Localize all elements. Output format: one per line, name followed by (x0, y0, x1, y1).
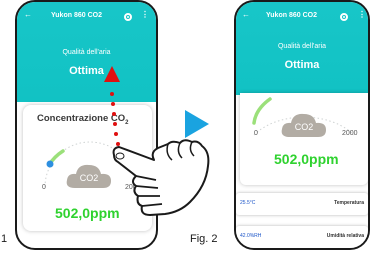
temperature-value: 25.5°C (240, 200, 256, 206)
figure-2-label: Fig. 2 (190, 233, 218, 245)
phone-screen-2: ← Yukon 860 CO2 ⋮ Qualità dell'aria Otti… (234, 0, 370, 250)
app-header: ← Yukon 860 CO2 ⋮ Qualità dell'aria Otti… (236, 2, 368, 95)
cloud-co2-label: CO2 (294, 122, 314, 132)
app-title: Yukon 860 CO2 (266, 12, 317, 19)
kebab-menu-icon[interactable]: ⋮ (141, 10, 149, 19)
gauge-indicator (46, 160, 54, 168)
humidity-label: Umidità relativa (326, 233, 364, 239)
play-triangle-icon (185, 110, 209, 138)
humidity-value: 42.0%RH (240, 233, 262, 239)
air-quality-value: Ottima (284, 59, 320, 71)
back-arrow-icon[interactable]: ← (24, 10, 32, 19)
gauge-min-label: 0 (254, 130, 258, 137)
air-quality-label: Qualità dell'aria (277, 43, 327, 50)
co2-card[interactable]: 0 2000 CO2 502,0ppm (240, 93, 368, 185)
gear-icon[interactable] (340, 13, 348, 21)
kebab-menu-icon[interactable]: ⋮ (358, 10, 366, 19)
app-title: Yukon 860 CO2 (51, 12, 102, 19)
air-quality-label: Qualità dell'aria (62, 49, 111, 56)
hand-pointer-icon (112, 139, 210, 216)
co2-reading: 502,0ppm (274, 151, 339, 167)
figure-1-label: 1 (1, 233, 8, 245)
cloud-co2-label: CO2 (79, 173, 99, 183)
humidity-row[interactable]: 42.0%RH Umidità relativa (236, 226, 368, 248)
gear-icon[interactable] (124, 13, 132, 21)
back-arrow-icon[interactable]: ← (242, 10, 250, 19)
gauge-min-label: 0 (42, 184, 46, 191)
temperature-row[interactable]: 25.5°C Temperatura (236, 193, 368, 215)
temperature-label: Temperatura (334, 200, 364, 206)
gauge-max-label: 2000 (342, 130, 358, 137)
